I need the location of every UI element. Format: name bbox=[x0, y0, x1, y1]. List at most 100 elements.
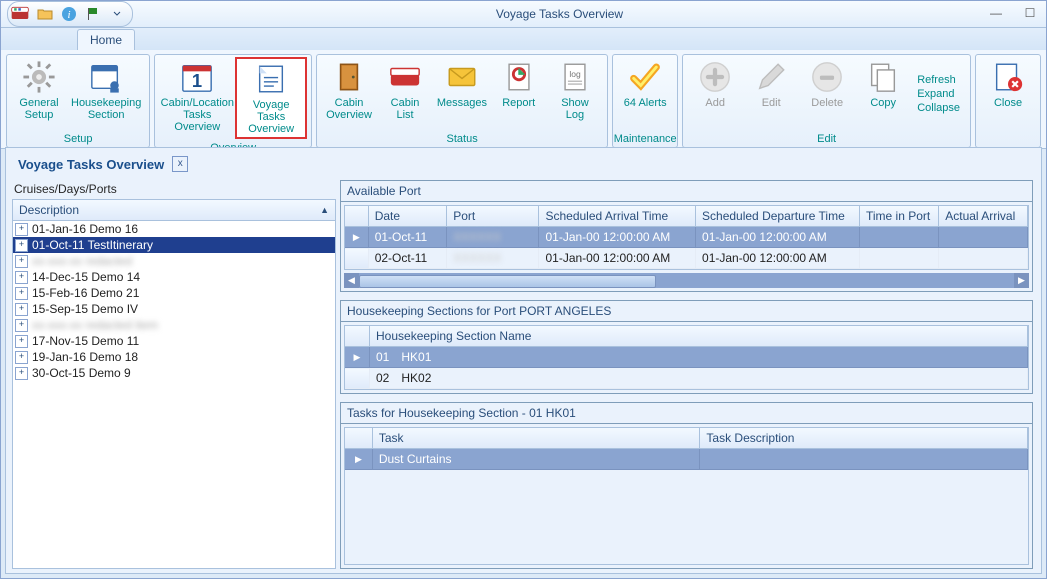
voyage-tasks-overview-label: Voyage Tasks Overview bbox=[241, 99, 301, 135]
expand-icon[interactable]: + bbox=[15, 287, 28, 300]
check-alert-icon bbox=[627, 59, 663, 95]
qat-flag-icon[interactable] bbox=[84, 5, 102, 23]
edit-label: Edit bbox=[762, 97, 781, 109]
expand-icon[interactable]: + bbox=[15, 255, 28, 268]
scroll-left-icon[interactable]: ◀ bbox=[344, 273, 359, 288]
plus-circle-icon bbox=[697, 59, 733, 95]
expand-button[interactable]: Expand bbox=[917, 87, 960, 101]
tree-item[interactable]: + xx-xxx-xx redacted item bbox=[13, 317, 335, 333]
tasks-grid[interactable]: TaskTask Description▶Dust Curtains bbox=[345, 428, 1028, 470]
report-label: Report bbox=[502, 97, 535, 109]
column-header[interactable]: Time in Port bbox=[860, 206, 939, 227]
left-panel: Cruises/Days/Ports Description ▲ +01-Jan… bbox=[6, 176, 340, 573]
column-header[interactable]: Task Description bbox=[700, 428, 1028, 449]
show-log-label: Show Log bbox=[551, 97, 599, 121]
expand-icon[interactable]: + bbox=[15, 351, 28, 364]
tree-item-label: 15-Sep-15 Demo IV bbox=[32, 302, 138, 316]
table-row[interactable]: ▶01-Oct-11XXXXXX01-Jan-00 12:00:00 AM01-… bbox=[345, 227, 1028, 248]
available-port-grid[interactable]: DatePortScheduled Arrival TimeScheduled … bbox=[345, 206, 1028, 269]
column-header[interactable]: Port bbox=[447, 206, 539, 227]
expand-icon[interactable]: + bbox=[15, 223, 28, 236]
report-button[interactable]: Report bbox=[491, 57, 547, 130]
qat-info-icon[interactable]: i bbox=[60, 5, 78, 23]
table-row[interactable]: ▶01 HK01 bbox=[345, 347, 1028, 368]
workspace: Voyage Tasks Overview x Cruises/Days/Por… bbox=[5, 147, 1042, 574]
minus-circle-icon bbox=[809, 59, 845, 95]
column-header[interactable]: Scheduled Arrival Time bbox=[539, 206, 696, 227]
tree-item[interactable]: +01-Jan-16 Demo 16 bbox=[13, 221, 335, 237]
tree-item[interactable]: +xx-xxx-xx redacted bbox=[13, 253, 335, 269]
column-header[interactable]: Housekeeping Section Name bbox=[370, 326, 1028, 347]
refresh-expand-collapse-stack: Refresh Expand Collapse bbox=[911, 57, 966, 130]
table-row[interactable]: 02 HK02 bbox=[345, 368, 1028, 389]
close-button[interactable]: Close bbox=[980, 57, 1036, 130]
expand-icon[interactable]: + bbox=[15, 367, 28, 380]
expand-icon[interactable]: + bbox=[15, 271, 28, 284]
document-close-button[interactable]: x bbox=[172, 156, 188, 172]
pencil-icon bbox=[753, 59, 789, 95]
show-log-button[interactable]: log Show Log bbox=[547, 57, 603, 130]
table-row[interactable]: ▶Dust Curtains bbox=[345, 449, 1028, 470]
column-header[interactable]: Scheduled Departure Time bbox=[696, 206, 860, 227]
ribbon-tab-row: Home bbox=[1, 28, 1046, 50]
refresh-button[interactable]: Refresh bbox=[917, 73, 960, 87]
tree-item-label: xx-xxx-xx redacted item bbox=[32, 318, 158, 332]
tab-home[interactable]: Home bbox=[77, 29, 135, 50]
tree-item[interactable]: +01-Oct-11 TestItinerary bbox=[13, 237, 335, 253]
expand-icon[interactable]: + bbox=[15, 319, 28, 332]
copy-icon bbox=[865, 59, 901, 95]
tree-item[interactable]: +30-Oct-15 Demo 9 bbox=[13, 365, 335, 381]
tree-item[interactable]: +15-Sep-15 Demo IV bbox=[13, 301, 335, 317]
title-bar: i Voyage Tasks Overview — ☐ bbox=[1, 1, 1046, 28]
ribbon-group-status-label: Status bbox=[317, 132, 607, 147]
cabin-location-tasks-button[interactable]: 1 Cabin/Location Tasks Overview bbox=[159, 57, 235, 139]
ribbon-group-maintenance: 64 Alerts Maintenance bbox=[612, 54, 678, 148]
tree-item[interactable]: +15-Feb-16 Demo 21 bbox=[13, 285, 335, 301]
maximize-button[interactable]: ☐ bbox=[1020, 6, 1040, 22]
alerts-button[interactable]: 64 Alerts bbox=[617, 57, 673, 130]
collapse-button[interactable]: Collapse bbox=[917, 101, 960, 115]
cruise-tree[interactable]: +01-Jan-16 Demo 16+01-Oct-11 TestItinera… bbox=[12, 221, 336, 569]
housekeeping-section-button[interactable]: Housekeeping Section bbox=[67, 57, 145, 130]
document-title: Voyage Tasks Overview bbox=[18, 157, 164, 172]
minimize-button[interactable]: — bbox=[986, 6, 1006, 22]
add-label: Add bbox=[705, 97, 725, 109]
expand-icon[interactable]: + bbox=[15, 239, 28, 252]
delete-label: Delete bbox=[811, 97, 843, 109]
tree-item[interactable]: +17-Nov-15 Demo 11 bbox=[13, 333, 335, 349]
qat-folder-icon[interactable] bbox=[36, 5, 54, 23]
log-icon: log bbox=[557, 59, 593, 95]
copy-button[interactable]: Copy bbox=[855, 57, 911, 130]
scroll-right-icon[interactable]: ▶ bbox=[1014, 273, 1029, 288]
add-button: Add bbox=[687, 57, 743, 130]
table-row[interactable]: 02-Oct-11XXXXXX01-Jan-00 12:00:00 AM01-J… bbox=[345, 248, 1028, 269]
qat-pill: i bbox=[7, 1, 133, 27]
close-label: Close bbox=[994, 97, 1022, 109]
ribbon-group-overview: 1 Cabin/Location Tasks Overview Voyage T… bbox=[154, 54, 312, 148]
sections-grid[interactable]: Housekeeping Section Name▶01 HK0102 HK02 bbox=[345, 326, 1028, 389]
voyage-tasks-overview-button[interactable]: Voyage Tasks Overview bbox=[235, 57, 307, 139]
horizontal-scrollbar[interactable]: ◀ ▶ bbox=[344, 273, 1029, 288]
ribbon-group-status: Cabin Overview Cabin List Messages Repor… bbox=[316, 54, 608, 148]
tasks-panel: Tasks for Housekeeping Section - 01 HK01… bbox=[340, 402, 1033, 569]
column-header[interactable]: Task bbox=[372, 428, 700, 449]
column-header[interactable]: Date bbox=[368, 206, 447, 227]
calendar-person-icon bbox=[88, 59, 124, 95]
column-header[interactable]: Actual Arrival bbox=[939, 206, 1028, 227]
tree-item[interactable]: +14-Dec-15 Demo 14 bbox=[13, 269, 335, 285]
cabin-overview-button[interactable]: Cabin Overview bbox=[321, 57, 377, 130]
notepad-icon bbox=[253, 61, 289, 97]
sort-asc-icon: ▲ bbox=[320, 205, 329, 215]
tree-item-label: 30-Oct-15 Demo 9 bbox=[32, 366, 131, 380]
cabin-list-button[interactable]: Cabin List bbox=[377, 57, 433, 130]
messages-button[interactable]: Messages bbox=[433, 57, 491, 130]
expand-icon[interactable]: + bbox=[15, 335, 28, 348]
housekeeping-section-label: Housekeeping Section bbox=[71, 97, 141, 121]
general-setup-button[interactable]: General Setup bbox=[11, 57, 67, 130]
tree-item-label: 01-Jan-16 Demo 16 bbox=[32, 222, 138, 236]
svg-text:log: log bbox=[569, 69, 581, 79]
tree-column-header[interactable]: Description ▲ bbox=[12, 199, 336, 221]
expand-icon[interactable]: + bbox=[15, 303, 28, 316]
tree-item[interactable]: +19-Jan-16 Demo 18 bbox=[13, 349, 335, 365]
qat-dropdown-icon[interactable] bbox=[108, 5, 126, 23]
